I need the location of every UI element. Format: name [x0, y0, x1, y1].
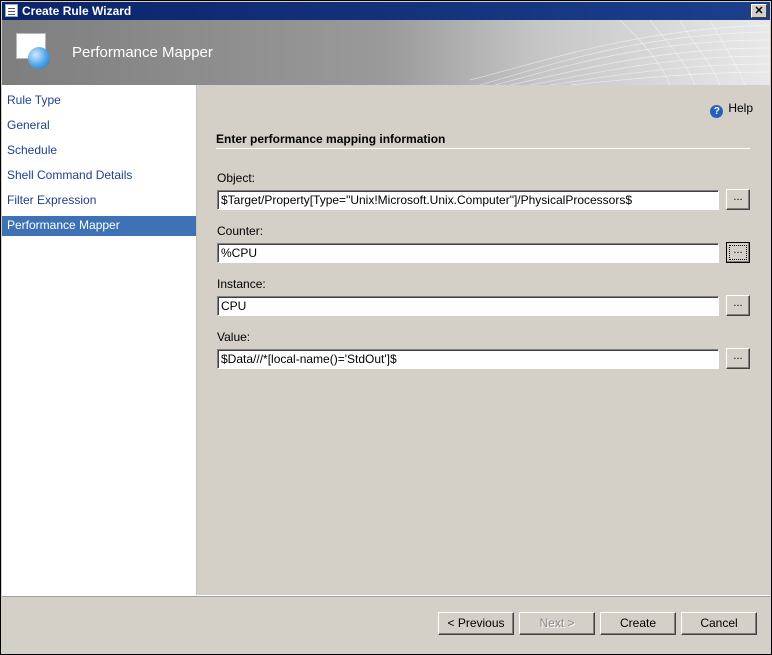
nav-item-schedule[interactable]: Schedule — [2, 141, 196, 161]
help-label: Help — [728, 101, 753, 115]
help-link[interactable]: ? Help — [710, 101, 753, 118]
nav-item-shell-command-details[interactable]: Shell Command Details — [2, 166, 196, 186]
title-bar[interactable]: Create Rule Wizard ✕ — [2, 2, 770, 20]
value-input[interactable]: $Data///*[local-name()='StdOut']$ — [217, 349, 719, 369]
counter-browse-button[interactable]: ... — [726, 242, 750, 263]
object-label: Object: — [217, 171, 256, 185]
header-wave-graphic — [470, 20, 770, 85]
wizard-nav: Rule Type General Schedule Shell Command… — [2, 85, 197, 595]
next-button[interactable]: Next > — [519, 612, 595, 635]
section-divider — [216, 148, 750, 149]
instance-browse-button[interactable]: ... — [726, 295, 750, 316]
section-heading: Enter performance mapping information — [216, 132, 446, 146]
counter-input[interactable]: %CPU — [217, 243, 719, 263]
cancel-button[interactable]: Cancel — [681, 612, 757, 635]
footer-divider — [2, 596, 770, 597]
nav-item-rule-type[interactable]: Rule Type — [2, 91, 196, 111]
object-browse-button[interactable]: ... — [726, 189, 750, 210]
window-icon — [5, 4, 18, 17]
window-title: Create Rule Wizard — [22, 4, 132, 18]
value-browse-button[interactable]: ... — [726, 348, 750, 369]
object-input[interactable]: $Target/Property[Type="Unix!Microsoft.Un… — [217, 190, 719, 210]
page-title: Performance Mapper — [72, 44, 213, 61]
wizard-footer: < Previous Next > Create Cancel — [2, 595, 770, 654]
nav-item-general[interactable]: General — [2, 116, 196, 136]
performance-mapper-icon — [16, 33, 50, 69]
previous-button[interactable]: < Previous — [438, 612, 514, 635]
value-label: Value: — [217, 330, 251, 344]
help-icon: ? — [710, 105, 724, 118]
nav-item-filter-expression[interactable]: Filter Expression — [2, 191, 196, 211]
wizard-window: Create Rule Wizard ✕ Performance Mapper … — [0, 0, 772, 655]
main-panel: ? Help Enter performance mapping informat… — [197, 85, 770, 595]
counter-label: Counter: — [217, 224, 264, 238]
instance-input[interactable]: CPU — [217, 296, 719, 316]
instance-label: Instance: — [217, 277, 266, 291]
header-banner: Performance Mapper — [2, 20, 770, 85]
close-button[interactable]: ✕ — [751, 4, 767, 18]
nav-item-performance-mapper[interactable]: Performance Mapper — [2, 216, 196, 236]
create-button[interactable]: Create — [600, 612, 676, 635]
